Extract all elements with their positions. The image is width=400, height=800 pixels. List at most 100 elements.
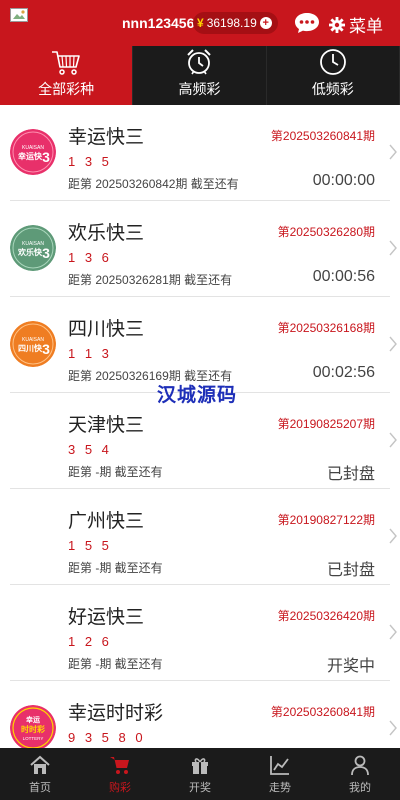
trend-chart-icon (270, 755, 289, 775)
next-period-text: 距第 202503260842期 截至还有 (68, 177, 239, 191)
tab-low-frequency[interactable]: 低频彩 (266, 46, 400, 105)
lottery-logo-icon: KUAISAN 四川快 3 (10, 321, 56, 367)
next-period-text: 距第 20250326281期 截至还有 (68, 273, 233, 287)
tab-label: 低频彩 (311, 81, 354, 97)
lottery-name: 广州快三 (68, 511, 145, 532)
countdown-status: 已封盘 (326, 562, 375, 579)
svg-text:欢乐快: 欢乐快 (17, 247, 43, 257)
lottery-name: 幸运快三 (68, 127, 145, 148)
current-period: 第202503260841期 (270, 705, 375, 719)
nav-label: 购彩 (109, 781, 131, 794)
current-period: 第202503260841期 (270, 129, 375, 143)
current-period: 第20250326280期 (277, 225, 375, 239)
svg-text:3: 3 (42, 149, 50, 165)
draw-numbers: 9 3 5 8 0 (68, 730, 146, 745)
top-header: nnn123456 ¥ 36198.19 + 菜单 (0, 0, 400, 46)
lottery-item[interactable]: 幸运 时时彩 LOTTERY 幸运时时彩 第202503260841期 9 3 … (10, 681, 397, 748)
next-period-text: 距第 -期 截至还有 (68, 657, 163, 671)
chat-icon[interactable] (294, 12, 320, 34)
draw-numbers: 1 2 6 (68, 634, 112, 649)
current-period: 第20190825207期 (277, 417, 375, 431)
tab-high-frequency[interactable]: 高频彩 (133, 46, 267, 105)
menu-label: 菜单 (349, 17, 383, 36)
nav-draw-results[interactable]: 开奖 (160, 748, 240, 800)
balance-badge[interactable]: ¥ 36198.19 + (193, 12, 278, 34)
svg-text:时时彩: 时时彩 (21, 724, 45, 734)
nav-label: 首页 (29, 781, 51, 794)
cart-icon (110, 756, 129, 774)
draw-numbers: 1 5 5 (68, 538, 112, 553)
add-funds-icon[interactable]: + (259, 17, 272, 29)
countdown-status: 00:00:00 (312, 172, 375, 189)
nav-label: 走势 (269, 781, 291, 794)
yen-icon: ¥ (197, 16, 204, 30)
svg-text:KUAISAN: KUAISAN (22, 241, 44, 247)
current-period: 第20190827122期 (277, 513, 375, 527)
lottery-item[interactable]: KUAISAN 欢乐快 3 欢乐快三 第20250326280期 1 3 6 距… (10, 201, 397, 297)
svg-text:四川快: 四川快 (18, 343, 43, 353)
chevron-right-icon (389, 624, 397, 640)
watermark-text: 汉城源码 (157, 385, 238, 406)
user-icon (351, 755, 369, 775)
current-period: 第20250326420期 (277, 609, 375, 623)
clock-icon (319, 49, 346, 75)
chevron-right-icon (389, 432, 397, 448)
svg-text:LOTTERY: LOTTERY (23, 736, 44, 741)
tab-label: 全部彩种 (38, 81, 95, 97)
lottery-item[interactable]: KUAISAN 幸运快 3 幸运快三 第202503260841期 1 3 5 … (10, 105, 397, 201)
countdown-status: 00:02:56 (312, 364, 375, 381)
broken-logo-image-icon (10, 8, 28, 22)
chevron-right-icon (389, 528, 397, 544)
nav-label: 我的 (349, 781, 371, 794)
tab-all-lotteries[interactable]: 全部彩种 (0, 46, 134, 105)
current-period: 第20250326168期 (277, 321, 375, 335)
nav-home[interactable]: 首页 (0, 748, 80, 800)
nav-label: 开奖 (189, 781, 211, 794)
countdown-status: 00:00:56 (312, 268, 375, 285)
draw-numbers: 1 1 3 (68, 346, 112, 361)
draw-numbers: 3 5 4 (68, 442, 112, 457)
svg-text:KUAISAN: KUAISAN (22, 145, 44, 151)
lottery-item[interactable]: 天津快三 第20190825207期 3 5 4 距第 -期 截至还有 已封盘 (10, 393, 397, 489)
lottery-logo-icon: KUAISAN 欢乐快 3 (10, 225, 56, 271)
svg-text:3: 3 (42, 341, 50, 357)
lottery-logo-icon: KUAISAN 幸运快 3 (10, 129, 56, 175)
svg-text:幸运: 幸运 (26, 715, 41, 724)
nav-buy-lottery[interactable]: 购彩 (80, 748, 160, 800)
username: nnn123456 (122, 15, 195, 31)
svg-text:3: 3 (42, 245, 50, 261)
lottery-item[interactable]: 广州快三 第20190827122期 1 5 5 距第 -期 截至还有 已封盘 (10, 489, 397, 585)
next-period-text: 距第 -期 截至还有 (68, 561, 163, 575)
svg-text:幸运快: 幸运快 (18, 151, 43, 161)
countdown-status: 开奖中 (326, 658, 375, 675)
lottery-logo-icon: 幸运 时时彩 LOTTERY (10, 705, 56, 748)
alarm-clock-icon (187, 49, 212, 75)
home-icon (30, 755, 50, 774)
gift-icon (192, 757, 208, 774)
chevron-right-icon (389, 144, 397, 160)
cart-icon (52, 51, 80, 75)
chevron-right-icon (389, 720, 397, 736)
lottery-name: 幸运时时彩 (68, 703, 164, 724)
lottery-item[interactable]: KUAISAN 四川快 3 四川快三 第20250326168期 1 1 3 距… (10, 297, 397, 393)
svg-text:KUAISAN: KUAISAN (22, 337, 44, 343)
next-period-text: 距第 -期 截至还有 (68, 465, 163, 479)
nav-trends[interactable]: 走势 (240, 748, 320, 800)
bottom-nav: 首页 购彩 开奖 走势 我的 (0, 748, 400, 800)
lottery-item[interactable]: 好运快三 第20250326420期 1 2 6 距第 -期 截至还有 开奖中 (10, 585, 397, 681)
lottery-name: 四川快三 (68, 319, 145, 340)
countdown-status: 已封盘 (326, 466, 375, 483)
balance-amount: 36198.19 (206, 16, 257, 30)
draw-numbers: 1 3 6 (68, 250, 112, 265)
lottery-list: KUAISAN 幸运快 3 幸运快三 第202503260841期 1 3 5 … (0, 105, 400, 748)
tab-label: 高频彩 (178, 81, 221, 97)
category-tabs: 全部彩种 高频彩 低频彩 (0, 46, 400, 105)
chevron-right-icon (389, 336, 397, 352)
lottery-name: 欢乐快三 (68, 223, 145, 244)
chevron-right-icon (389, 240, 397, 256)
draw-numbers: 1 3 5 (68, 154, 112, 169)
menu-button[interactable]: 菜单 (329, 12, 383, 37)
lottery-name: 天津快三 (68, 415, 145, 436)
nav-my-account[interactable]: 我的 (320, 748, 400, 800)
gear-icon (329, 16, 345, 33)
